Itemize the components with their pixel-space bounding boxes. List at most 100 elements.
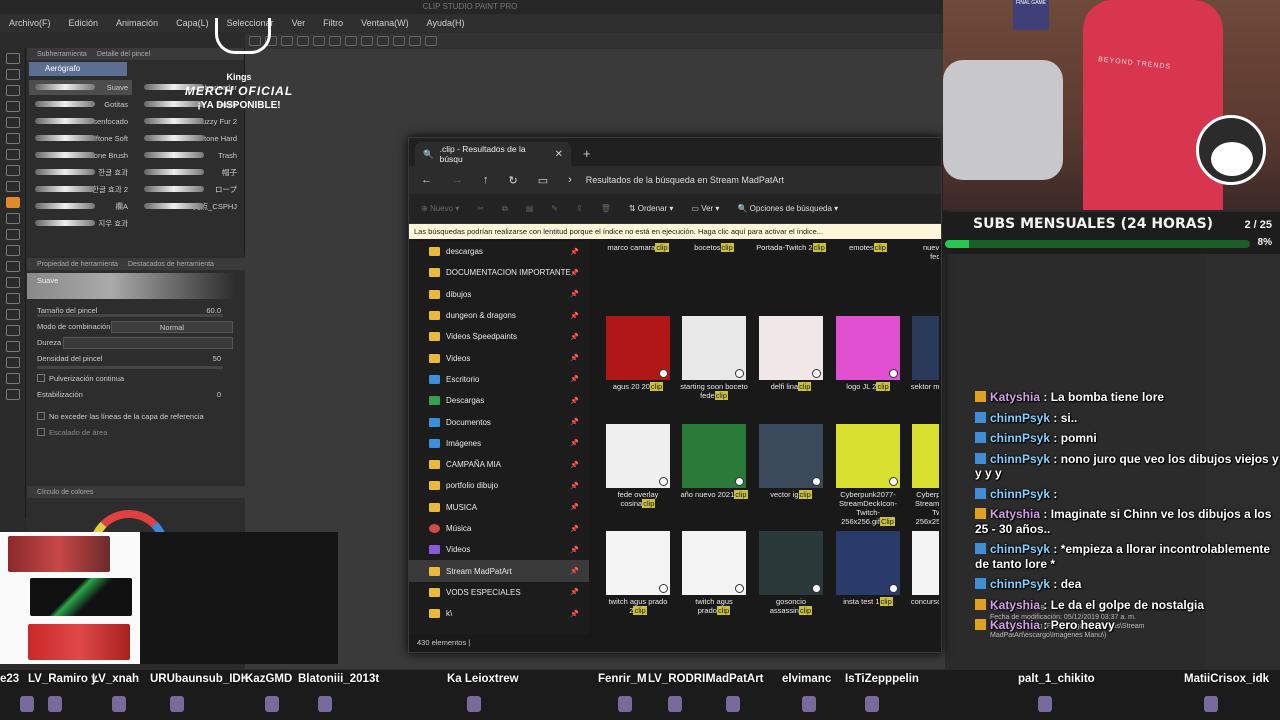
brush-item[interactable]: Halftone Hard xyxy=(138,131,241,146)
share-icon[interactable]: ⇪ xyxy=(576,204,583,213)
eyedropper-tool-icon[interactable] xyxy=(6,149,20,160)
nav-item[interactable]: Videos 📌 xyxy=(409,347,589,368)
tab-tool-highlights[interactable]: Destacados de herramienta xyxy=(128,261,214,268)
menu-archivo[interactable]: Archivo(F) xyxy=(0,18,60,28)
move-tool-icon[interactable] xyxy=(6,69,20,80)
index-warning-bar[interactable]: Las búsquedas podrían realizarse con len… xyxy=(409,224,941,239)
chat-username[interactable]: chinnPsyk xyxy=(990,452,1050,466)
menu-ver[interactable]: Ver xyxy=(283,18,315,28)
area-scale-checkbox[interactable] xyxy=(37,428,45,436)
file-item[interactable]: bocetosclip xyxy=(679,241,749,252)
blend-mode-select[interactable]: Normal xyxy=(111,321,233,333)
eraser-tool-icon[interactable] xyxy=(6,245,20,256)
brush-item[interactable]: Fuzzy Fur 2 xyxy=(138,114,241,129)
pen-tool-icon[interactable] xyxy=(6,165,20,176)
file-item[interactable]: nuevos subs fedeclip xyxy=(909,241,939,261)
gradient-tool-icon[interactable] xyxy=(6,293,20,304)
new-button[interactable]: ⊕ Nuevo ▾ xyxy=(421,204,459,213)
brush-item[interactable]: 欄A xyxy=(29,199,132,214)
menu-animacion[interactable]: Animación xyxy=(107,18,167,28)
brush-item[interactable]: 한글 효과 xyxy=(29,165,132,180)
brush-item[interactable]: 光点_CSPHJ xyxy=(138,199,241,214)
nav-item[interactable]: VODS ESPECIALES 📌 xyxy=(409,582,589,603)
explorer-tab[interactable]: 🔍 .clip - Resultados de la búsqu ✕ xyxy=(415,142,571,166)
brush-item[interactable]: Pulver. desenfocado xyxy=(29,114,132,129)
transform-icon[interactable] xyxy=(345,36,357,46)
save-icon[interactable] xyxy=(281,36,293,46)
zoom-tool-icon[interactable] xyxy=(6,53,20,64)
blend-tool-icon[interactable] xyxy=(6,261,20,272)
nav-item[interactable]: descargas 📌 xyxy=(409,241,589,262)
correct-line-tool-icon[interactable] xyxy=(6,389,20,400)
figure-tool-icon[interactable] xyxy=(6,309,20,320)
redo-icon[interactable] xyxy=(313,36,325,46)
file-item[interactable]: delfi linaclip xyxy=(756,316,826,391)
fill-icon[interactable] xyxy=(393,36,405,46)
text-tool-icon[interactable] xyxy=(6,357,20,368)
selection-tool-icon[interactable] xyxy=(6,117,20,128)
file-item[interactable]: insta test 1clip xyxy=(833,531,903,606)
brush-item[interactable]: 지우 효과 xyxy=(29,216,132,231)
close-tab-icon[interactable]: ✕ xyxy=(555,149,563,160)
file-item[interactable]: sektor miniaturaclip xyxy=(909,316,939,391)
file-item[interactable]: Portada-Twitch 2clip xyxy=(756,241,826,252)
file-item[interactable]: año nuevo 2021clip xyxy=(679,424,749,499)
airbrush-tool-icon[interactable] xyxy=(6,197,20,208)
deselect-icon[interactable] xyxy=(361,36,373,46)
brush-item[interactable]: 帽子 xyxy=(138,165,241,180)
nav-item[interactable]: Imágenes 📌 xyxy=(409,433,589,454)
area-scale-row[interactable]: Escalado de área xyxy=(27,425,245,441)
nav-item[interactable]: Videos Speedpaints 📌 xyxy=(409,326,589,347)
copy-icon[interactable]: ⧉ xyxy=(502,204,508,214)
brush-item[interactable]: Gotitas xyxy=(29,97,132,112)
file-item[interactable]: vector igclip xyxy=(756,424,826,499)
brush-size-slider[interactable] xyxy=(37,314,223,317)
breadcrumb[interactable]: Resultados de la búsqueda en Stream MadP… xyxy=(586,175,784,185)
stabilization-value[interactable]: 0 xyxy=(217,387,221,403)
chat-username[interactable]: Katyshia xyxy=(990,507,1040,521)
chat-username[interactable]: chinnPsyk xyxy=(990,411,1050,425)
nav-item[interactable]: k\ 📌 xyxy=(409,603,589,624)
brush-item[interactable]: .Halftone Soft xyxy=(29,131,132,146)
brush-item[interactable]: ロープ xyxy=(138,182,241,197)
nav-item[interactable]: Videos 📌 xyxy=(409,539,589,560)
operation-tool-icon[interactable] xyxy=(6,85,20,96)
undo-icon[interactable] xyxy=(297,36,309,46)
nav-item[interactable]: Documentos 📌 xyxy=(409,411,589,432)
menu-ayuda[interactable]: Ayuda(H) xyxy=(418,18,474,28)
menu-capa[interactable]: Capa(L) xyxy=(167,18,218,28)
chat-username[interactable]: chinnPsyk xyxy=(990,487,1050,501)
pencil-tool-icon[interactable] xyxy=(6,181,20,192)
search-options-button[interactable]: 🔍 Opciones de búsqueda ▾ xyxy=(737,204,838,213)
file-item[interactable]: emotesclip xyxy=(833,241,903,252)
paste-icon[interactable]: ▤ xyxy=(526,204,534,213)
up-arrow-icon[interactable]: ↑ xyxy=(483,174,489,186)
rename-icon[interactable]: ✎ xyxy=(551,204,558,213)
fill-tool-icon[interactable] xyxy=(6,277,20,288)
nav-item[interactable]: portfolio dibujo 📌 xyxy=(409,475,589,496)
file-item[interactable]: Cyberpunk2077-StreamDeckIcon-Twitch-256x… xyxy=(833,424,903,526)
hardness-slider[interactable] xyxy=(63,337,233,349)
chat-username[interactable]: Katyshia xyxy=(990,390,1040,404)
menu-filtro[interactable]: Filtro xyxy=(314,18,352,28)
file-item[interactable]: Cyberpunk2077-StreamDeckIcon-Twitch-256x… xyxy=(909,424,939,526)
continuous-spray-checkbox[interactable] xyxy=(37,374,45,382)
chat-username[interactable]: chinnPsyk xyxy=(990,431,1050,445)
nav-item[interactable]: Música 📌 xyxy=(409,518,589,539)
ref-layer-row[interactable]: No exceder las líneas de la capa de refe… xyxy=(27,409,245,425)
chat-username[interactable]: chinnPsyk xyxy=(990,577,1050,591)
clear-icon[interactable] xyxy=(329,36,341,46)
chat-username[interactable]: chinnPsyk xyxy=(990,542,1050,556)
sort-button[interactable]: ⇅ Ordenar ▾ xyxy=(629,204,674,213)
frame-tool-icon[interactable] xyxy=(6,325,20,336)
decoration-tool-icon[interactable] xyxy=(6,229,20,240)
chat-username[interactable]: Katyshia xyxy=(990,598,1040,612)
brush-preset-preview[interactable]: Suave xyxy=(27,273,235,299)
file-item[interactable]: logo JL 2clip xyxy=(833,316,903,391)
chat-username[interactable]: Katyshia xyxy=(990,618,1040,632)
file-item[interactable]: agus 20 20clip xyxy=(603,316,673,391)
cut-icon[interactable]: ✂ xyxy=(477,204,484,213)
balloon-tool-icon[interactable] xyxy=(6,373,20,384)
density-slider[interactable] xyxy=(37,366,223,369)
nav-item[interactable]: dungeon & dragons 📌 xyxy=(409,305,589,326)
